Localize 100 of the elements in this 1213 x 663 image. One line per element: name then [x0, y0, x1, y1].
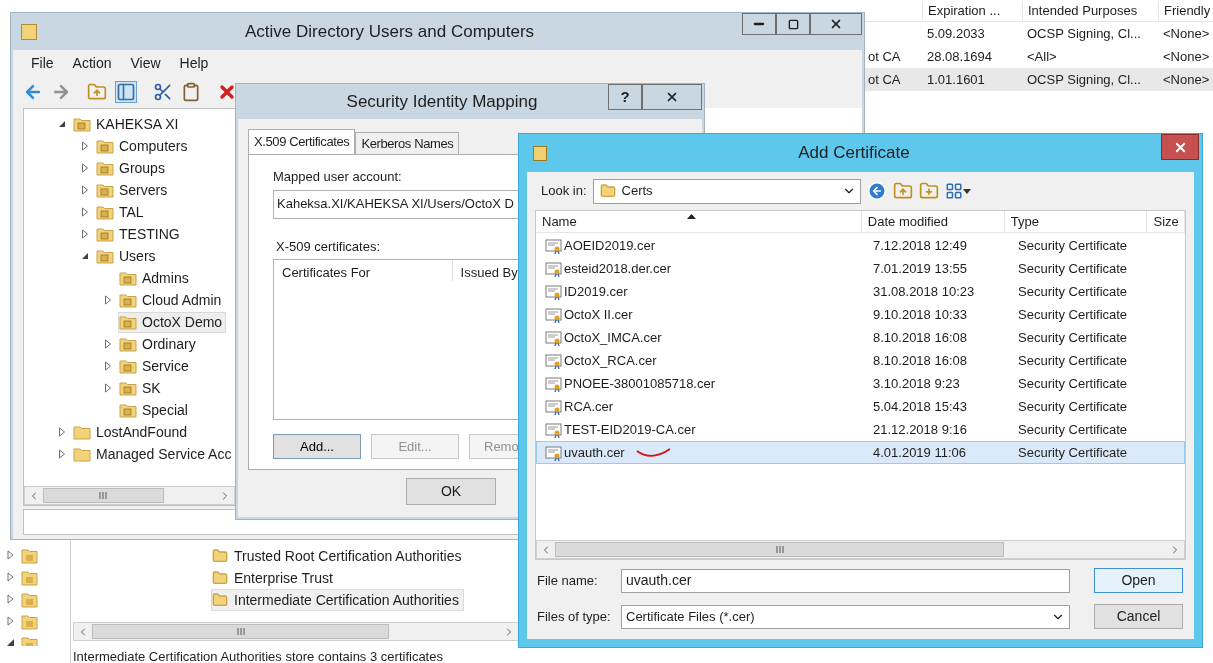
menu-item[interactable]: Help: [179, 52, 209, 74]
column-header[interactable]: Expiration ...: [922, 0, 1022, 21]
open-button[interactable]: Open: [1094, 568, 1183, 593]
folder-up-icon[interactable]: [892, 181, 913, 201]
forward-arrow-icon[interactable]: [51, 82, 71, 102]
horizontal-scrollbar[interactable]: [24, 486, 235, 505]
horizontal-scrollbar[interactable]: [536, 540, 1185, 559]
file-row[interactable]: AOEID2019.cer 7.12.2018 12:49 Security Certificate: [536, 234, 1185, 257]
view-menu-icon[interactable]: [944, 182, 971, 200]
column-header[interactable]: Intended Purposes: [1022, 0, 1158, 21]
horizontal-scrollbar[interactable]: [73, 622, 519, 641]
file-type-dropdown[interactable]: Certificate Files (*.cer): [621, 604, 1070, 629]
look-in-dropdown[interactable]: Certs: [592, 178, 861, 204]
file-row[interactable]: PNOEE-38001085718.cer 3.10.2018 9:23 Security Certificate: [536, 372, 1185, 395]
certificate-row[interactable]: ot CA 1.01.1601 OCSP Signing, Cl... <None>: [865, 68, 1213, 91]
store-list-item[interactable]: Intermediate Certification Authorities: [211, 589, 464, 611]
ou-folder-icon: [96, 204, 114, 220]
certificate-file-icon: [545, 398, 563, 415]
file-type: Security Certificate: [1017, 328, 1129, 347]
certificate-file-icon: [545, 306, 563, 323]
column-header[interactable]: Size: [1147, 211, 1185, 232]
new-folder-icon[interactable]: [918, 181, 939, 201]
table-cell: OCSP Signing, Cl...: [1027, 71, 1141, 87]
expanded-triangle-icon[interactable]: [58, 120, 66, 128]
column-header[interactable]: Date modified: [861, 211, 1005, 232]
tree-item[interactable]: Servers: [95, 179, 172, 201]
tree-item[interactable]: Special: [118, 399, 192, 421]
scrollbar-thumb[interactable]: [92, 624, 389, 639]
tree-item[interactable]: KAHEKSA XI: [72, 113, 183, 135]
file-row[interactable]: OctoX_RCA.cer 8.10.2018 16:08 Security Certificate: [536, 349, 1185, 372]
store-list-item[interactable]: Enterprise Trust: [211, 567, 338, 589]
collapsed-triangle-icon[interactable]: [104, 295, 112, 305]
tree-item[interactable]: TESTING: [95, 223, 184, 245]
store-list-item[interactable]: Trusted Root Certification Authorities: [211, 545, 467, 567]
tree-item[interactable]: Groups: [95, 157, 169, 179]
file-row[interactable]: RCA.cer 5.04.2018 15:43 Security Certificate: [536, 395, 1185, 418]
tree-item[interactable]: Cloud Admin: [118, 289, 226, 311]
delete-icon[interactable]: [217, 82, 237, 102]
file-name: OctoX_RCA.cer: [564, 351, 657, 370]
scrollbar-thumb[interactable]: [43, 488, 164, 503]
file-name: ID2019.cer: [564, 282, 628, 301]
tree-item[interactable]: Managed Service Acc: [72, 443, 235, 465]
close-button[interactable]: [810, 13, 862, 35]
file-row[interactable]: ID2019.cer 31.08.2018 10:23 Security Certificate: [536, 280, 1185, 303]
close-button[interactable]: [1161, 134, 1199, 160]
collapsed-triangle-icon[interactable]: [81, 141, 89, 151]
dialog-title: Add Certificate: [797, 142, 911, 165]
collapsed-triangle-icon[interactable]: [81, 229, 89, 239]
tree-item[interactable]: LostAndFound: [72, 421, 192, 443]
tree-item[interactable]: Admins: [118, 267, 193, 289]
ou-folder-icon: [96, 182, 114, 198]
close-icon: [829, 17, 843, 31]
scissors-icon[interactable]: [153, 82, 173, 102]
tree-item[interactable]: TAL: [95, 201, 148, 223]
collapsed-triangle-icon[interactable]: [58, 449, 66, 459]
file-name-field[interactable]: uvauth.cer: [621, 568, 1070, 593]
clipboard-icon[interactable]: [181, 82, 201, 102]
tree-item[interactable]: SK: [118, 377, 165, 399]
certificate-file-icon: [545, 283, 563, 300]
menu-item[interactable]: Action: [72, 52, 112, 74]
collapsed-triangle-icon[interactable]: [81, 163, 89, 173]
collapsed-triangle-icon[interactable]: [104, 339, 112, 349]
cancel-button[interactable]: Cancel: [1094, 604, 1183, 629]
folder-up-icon[interactable]: [87, 82, 107, 102]
tree-item[interactable]: Computers: [95, 135, 192, 157]
column-header[interactable]: Name: [536, 211, 862, 232]
column-header[interactable]: Friendly: [1158, 0, 1213, 21]
file-row[interactable]: OctoX_IMCA.cer 8.10.2018 16:08 Security Certificate: [536, 326, 1185, 349]
minimize-button[interactable]: [742, 13, 776, 35]
tree-item[interactable]: OctoX Demo: [118, 311, 227, 333]
file-row[interactable]: uvauth.cer 4.01.2019 11:06 Security Certificate: [536, 441, 1185, 464]
maximize-button[interactable]: [776, 13, 810, 35]
collapsed-triangle-icon[interactable]: [58, 427, 66, 437]
scrollbar-thumb[interactable]: [555, 542, 1005, 557]
tab[interactable]: X.509 Certificates: [248, 129, 356, 154]
column-header[interactable]: Certificates For: [274, 260, 453, 281]
ou-folder-icon: [119, 358, 137, 374]
file-row[interactable]: OctoX II.cer 9.10.2018 10:33 Security Certificate: [536, 303, 1185, 326]
collapsed-triangle-icon[interactable]: [81, 207, 89, 217]
collapsed-triangle-icon[interactable]: [104, 361, 112, 371]
help-button[interactable]: ?: [608, 84, 642, 110]
file-date: 21.12.2018 9:16: [872, 420, 968, 439]
file-date: 4.01.2019 11:06: [872, 443, 967, 462]
panel-toggle-icon[interactable]: [115, 81, 137, 103]
tree-item[interactable]: Users: [95, 245, 160, 267]
expanded-triangle-icon[interactable]: [81, 252, 89, 260]
collapsed-triangle-icon[interactable]: [81, 185, 89, 195]
menu-item[interactable]: View: [130, 52, 161, 74]
tree-item[interactable]: Ordinary: [118, 333, 200, 355]
tree-item[interactable]: Service: [118, 355, 193, 377]
collapsed-triangle-icon[interactable]: [104, 383, 112, 393]
file-name: OctoX II.cer: [564, 305, 633, 324]
ok-button[interactable]: OK: [406, 478, 496, 505]
close-button[interactable]: [642, 84, 702, 110]
dialog-button[interactable]: Add...: [273, 434, 361, 459]
column-header[interactable]: Type: [1004, 211, 1148, 232]
file-row[interactable]: esteid2018.der.cer 7.01.2019 13:55 Security Certificate: [536, 257, 1185, 280]
tab[interactable]: Kerberos Names: [355, 132, 460, 154]
menu-item[interactable]: File: [31, 52, 54, 74]
file-name: OctoX_IMCA.cer: [564, 328, 662, 347]
